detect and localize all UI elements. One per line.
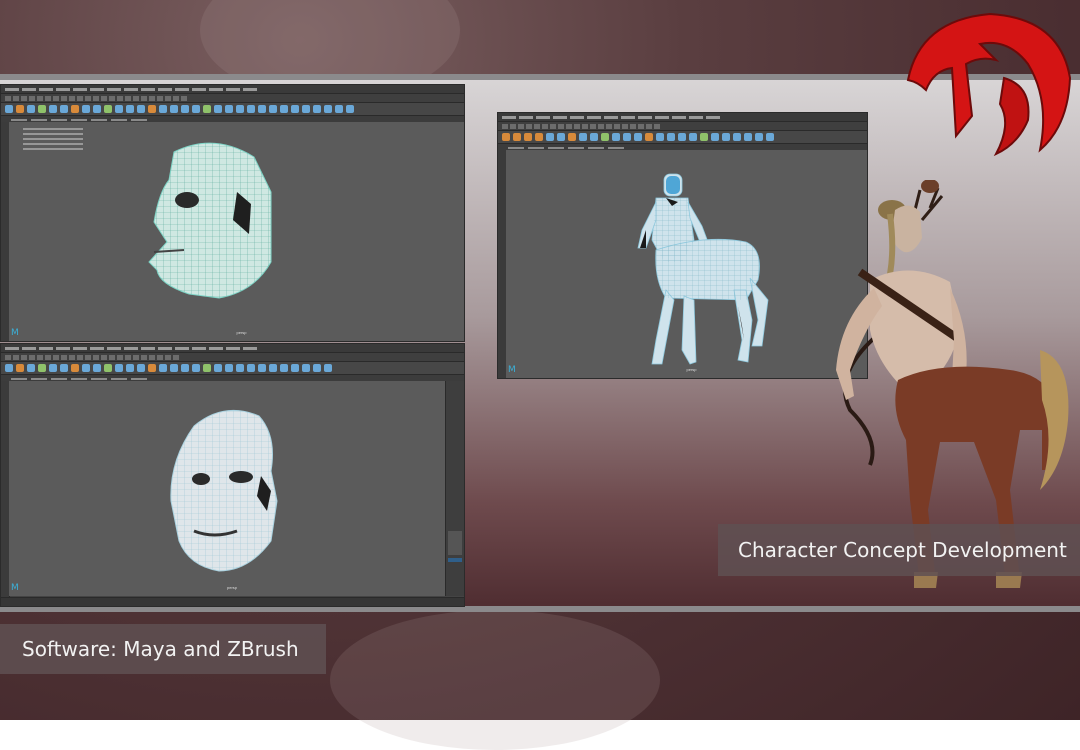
- menu-bar[interactable]: [1, 344, 464, 353]
- maya-window-face-front: persp M: [0, 343, 465, 607]
- maya-logo-icon: M: [11, 328, 19, 338]
- menu-bar[interactable]: [1, 85, 464, 94]
- menu-bar[interactable]: [498, 113, 867, 122]
- camera-label: persp: [686, 367, 697, 372]
- camera-label: persp: [227, 585, 238, 590]
- status-line[interactable]: [1, 94, 464, 103]
- head-mesh-side-view: [148, 142, 272, 299]
- brand-logo-icon: [906, 12, 1072, 157]
- background-figure-ghost: [330, 610, 660, 750]
- software-caption: Software: Maya and ZBrush: [0, 624, 326, 674]
- concept-caption: Character Concept Development: [718, 524, 1080, 576]
- shelf-toolbar[interactable]: [1, 362, 464, 375]
- maya-logo-icon: M: [11, 583, 19, 593]
- maya-window-face-side: persp M: [0, 84, 465, 342]
- shelf-toolbar[interactable]: [1, 103, 464, 116]
- time-slider[interactable]: [1, 597, 464, 606]
- channel-box[interactable]: [445, 381, 464, 596]
- shelf-toolbar[interactable]: [498, 131, 867, 144]
- head-mesh-three-quarter-view: [170, 409, 278, 572]
- viewport[interactable]: persp M: [9, 122, 464, 341]
- viewport[interactable]: persp M: [9, 381, 445, 596]
- status-line[interactable]: [1, 353, 464, 362]
- camera-label: persp: [236, 330, 247, 335]
- status-line[interactable]: [498, 122, 867, 131]
- maya-logo-icon: M: [508, 365, 516, 375]
